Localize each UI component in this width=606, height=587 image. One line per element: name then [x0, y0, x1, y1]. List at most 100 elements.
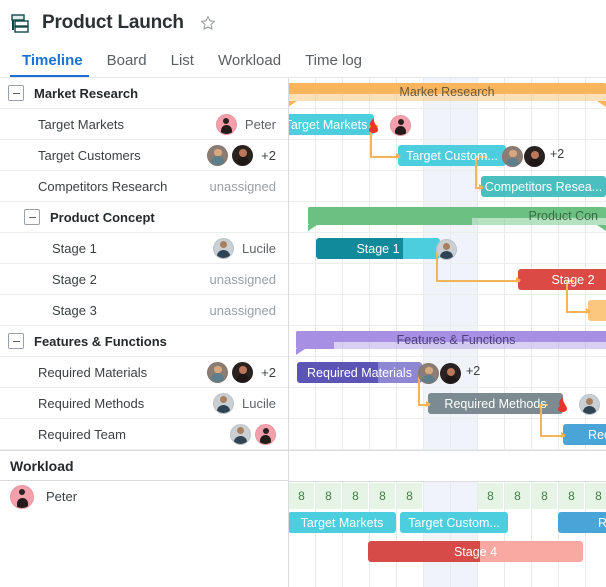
assignee-overflow-count: +2: [261, 147, 276, 163]
workload-task-bar[interactable]: Requ: [558, 512, 606, 533]
assignee-cell[interactable]: Lucile: [213, 237, 276, 259]
avatar: [255, 423, 276, 445]
workload-task-bar[interactable]: Stage 4: [368, 541, 583, 562]
workload-hours-cell: 8: [316, 483, 342, 509]
workload-hours-row: 8888888888: [288, 483, 606, 509]
workload-hours-cell: 8: [559, 483, 585, 509]
star-outline-icon[interactable]: [198, 13, 218, 33]
task-name: Stage 2: [52, 271, 97, 287]
avatar: [502, 146, 523, 167]
summary-bar-label: Product Con: [528, 209, 598, 223]
gantt-summary-bar[interactable]: Product Con: [308, 207, 606, 231]
assignee-cell[interactable]: unassigned: [210, 303, 277, 318]
view-tabs: Timeline Board List Workload Time log: [0, 45, 606, 78]
gantt-task-bar[interactable]: Target Markets: [288, 114, 374, 135]
workload-section-label: Workload: [10, 457, 74, 474]
tab-time-log[interactable]: Time log: [293, 52, 374, 78]
avatar: [436, 239, 457, 260]
tab-timeline[interactable]: Timeline: [10, 52, 95, 78]
workload-hours-cell: 8: [370, 483, 396, 509]
summary-bar-label: Features & Functions: [396, 333, 516, 347]
task-group-row[interactable]: Product Concept: [0, 202, 288, 233]
assignee-cell[interactable]: +2: [207, 361, 276, 383]
assignee-unassigned-label: unassigned: [209, 178, 277, 194]
gantt-task-bar[interactable]: Required Materials: [297, 362, 422, 383]
avatar: [232, 144, 254, 166]
assignee-unassigned-label: unassigned: [209, 271, 277, 287]
task-name: Required Team: [38, 426, 126, 442]
gantt-task-bar[interactable]: Stage 1: [316, 238, 440, 259]
gantt-summary-bar[interactable]: Market Research: [288, 83, 606, 107]
gantt-canvas: Market Research Target Markets Target Cust…: [288, 78, 606, 587]
workload-hours-cell: 8: [343, 483, 369, 509]
task-row[interactable]: Stage 2 unassigned: [0, 264, 288, 295]
workload-section-header: Workload: [0, 450, 288, 481]
task-row[interactable]: Stage 3 unassigned: [0, 295, 288, 326]
collapse-toggle-icon[interactable]: [8, 85, 24, 101]
workload-header-strip: [288, 450, 606, 482]
flame-priority-icon: [366, 116, 381, 133]
workload-task-bar[interactable]: Target Markets: [288, 512, 396, 533]
avatar: [579, 394, 600, 415]
avatar: [440, 363, 461, 384]
task-bar-label: Target Markets: [288, 117, 368, 132]
avatar: [207, 144, 229, 166]
collapse-toggle-icon[interactable]: [24, 209, 40, 225]
task-name: Features & Functions: [34, 333, 167, 349]
assignee-cell[interactable]: unassigned: [210, 272, 277, 287]
avatar: [524, 146, 545, 167]
assignee-cell[interactable]: +2: [207, 144, 276, 166]
assignee-cell[interactable]: unassigned: [210, 179, 277, 194]
task-row[interactable]: Target Markets Peter: [0, 109, 288, 140]
timeline-app: Product Launch Timeline Board List Workl…: [0, 0, 606, 587]
tab-workload[interactable]: Workload: [206, 52, 293, 78]
assignee-name: Peter: [244, 116, 276, 132]
assignee-unassigned-label: unassigned: [209, 302, 277, 318]
gantt-task-bar[interactable]: Target Custom...: [398, 145, 506, 166]
collapse-toggle-icon[interactable]: [8, 333, 24, 349]
task-group-row[interactable]: Market Research: [0, 78, 288, 109]
avatar: [10, 484, 34, 509]
avatar: [215, 113, 237, 135]
gantt-row: [288, 295, 606, 326]
workload-task-bar[interactable]: Target Custom...: [400, 512, 508, 533]
task-row[interactable]: Required Methods Lucile: [0, 388, 288, 419]
workload-hours-cell: 8: [532, 483, 558, 509]
task-name: Competitors Research: [38, 178, 168, 194]
timeline-content: Market Research Target Markets Peter Target…: [0, 78, 606, 587]
workload-person-row[interactable]: Peter: [0, 481, 288, 512]
page-title: Product Launch: [42, 11, 184, 33]
avatar: [213, 392, 235, 414]
flame-priority-icon: [555, 395, 570, 412]
avatar: [207, 361, 229, 383]
task-bar-label: Target Custom...: [406, 148, 498, 163]
gantt-task-bar[interactable]: Required Methods: [428, 393, 563, 414]
task-row[interactable]: Required Materials +2: [0, 357, 288, 388]
avatar: [230, 423, 251, 445]
gantt-summary-bar[interactable]: Features & Functions: [296, 331, 606, 355]
tab-list[interactable]: List: [159, 52, 206, 78]
workload-task-bar-label: Target Custom...: [408, 515, 500, 530]
gantt-task-bar[interactable]: Stage 2: [518, 269, 606, 290]
assignee-cell[interactable]: Peter: [215, 113, 276, 135]
assignee-cell[interactable]: [230, 423, 276, 445]
task-bar-label: Competitors Resea...: [484, 179, 603, 194]
app-header: Product Launch: [0, 0, 606, 45]
gantt-task-bar[interactable]: Competitors Resea...: [481, 176, 606, 197]
task-row[interactable]: Competitors Research unassigned: [0, 171, 288, 202]
avatar: [213, 237, 235, 259]
task-name: Product Concept: [50, 209, 155, 225]
gantt-task-bar[interactable]: Requ: [563, 424, 606, 445]
task-group-row[interactable]: Features & Functions: [0, 326, 288, 357]
tab-board[interactable]: Board: [95, 52, 159, 78]
workload-person-name: Peter: [46, 489, 78, 504]
avatar: [390, 115, 411, 136]
task-row[interactable]: Required Team: [0, 419, 288, 450]
task-row[interactable]: Stage 1 Lucile: [0, 233, 288, 264]
task-row[interactable]: Target Customers +2: [0, 140, 288, 171]
assignee-cell[interactable]: Lucile: [213, 392, 276, 414]
gantt-pane[interactable]: Market Research Target Markets Target Cust…: [288, 78, 606, 587]
task-bar-label: Requ: [588, 427, 606, 442]
summary-bar-label: Market Research: [399, 85, 495, 99]
task-name: Market Research: [34, 85, 139, 101]
